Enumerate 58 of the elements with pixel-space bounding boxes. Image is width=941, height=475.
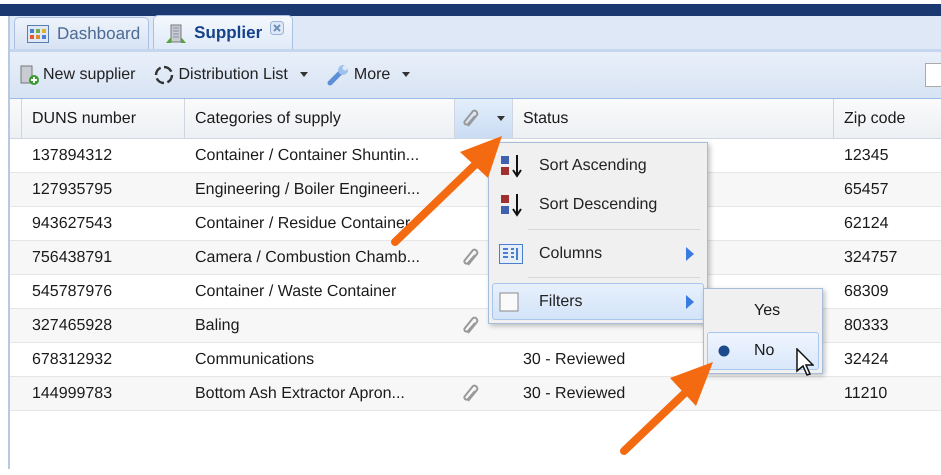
sort-ascending-icon [499, 152, 523, 178]
dashboard-icon [27, 24, 49, 42]
table-cell-text: 65457 [843, 180, 890, 200]
tab[interactable]: Supplier [153, 15, 294, 49]
table-cell-text: 327465928 [31, 316, 114, 336]
table-cell-text: 127935795 [31, 180, 114, 200]
table-row[interactable]: 144999783 Bottom Ash Extractor Apron... 30 - Reviewed 11210 [10, 377, 941, 411]
menu-item[interactable]: No [707, 332, 819, 370]
table-cell: 30 - Reviewed [523, 384, 626, 402]
close-icon[interactable] [270, 21, 284, 35]
submenu-arrow-icon [685, 246, 695, 260]
column-menu-trigger[interactable] [491, 99, 513, 139]
table-cell-text: 144999783 [31, 384, 114, 404]
building-icon [166, 22, 186, 44]
header-gutter [10, 99, 22, 139]
table-cell-text: 11210 [843, 384, 888, 404]
paperclip-icon [463, 384, 481, 404]
refresh-icon [153, 64, 176, 86]
column-header[interactable]: Zip code [834, 99, 941, 139]
column-header[interactable]: Categories of supply [185, 99, 455, 139]
paperclip-icon [463, 248, 481, 268]
table-cell-text: 80333 [843, 316, 890, 336]
column-header[interactable]: Status [513, 99, 834, 139]
toolbar-button[interactable]: More [324, 62, 414, 88]
submenu-arrow-icon [685, 294, 695, 308]
table-cell-text: 12345 [843, 146, 890, 166]
column-header[interactable]: DUNS number [22, 99, 185, 139]
paperclip-icon [463, 108, 481, 128]
table-cell-text: Container / Waste Container [194, 282, 398, 302]
table-cell-text: Baling [194, 316, 240, 336]
table-cell-text: 756438791 [31, 248, 114, 268]
caret-icon [496, 116, 506, 122]
table-cell-text: Communications [194, 350, 316, 370]
table-cell-text: 137894312 [31, 146, 114, 166]
table-cell-text: Bottom Ash Extractor Apron... [194, 384, 406, 404]
table-cell-text: Container / Container Shuntin... [194, 146, 420, 166]
toolbar-button[interactable]: New supplier [16, 62, 138, 88]
checkbox[interactable] [499, 292, 519, 312]
table-cell-text: 943627543 [31, 214, 114, 234]
menu-item[interactable]: Filters [492, 283, 704, 320]
table-cell-text: 545787976 [31, 282, 114, 302]
table-cell-text: 324757 [843, 248, 898, 268]
table-cell-text: 68309 [843, 282, 890, 302]
table-cell-text: Camera / Combustion Chamb... [194, 248, 421, 268]
table-cell-text: 678312932 [31, 350, 114, 370]
table-cell-text: 32424 [843, 350, 890, 370]
mouse-cursor-icon [796, 348, 814, 376]
table-cell-text: Engineering / Boiler Engineeri... [194, 180, 422, 200]
paperclip-icon [463, 316, 481, 336]
columns-icon [499, 244, 523, 264]
table-cell: 30 - Reviewed [523, 350, 626, 368]
tab[interactable]: Dashboard [14, 17, 150, 49]
wrench-icon [326, 64, 351, 86]
toolbar-button[interactable]: Distribution List [151, 62, 311, 88]
table-cell-text: 62124 [843, 214, 890, 234]
table-cell-text: Container / Residue Container [194, 214, 412, 234]
sort-descending-icon [499, 192, 523, 218]
new-document-icon [18, 64, 40, 86]
